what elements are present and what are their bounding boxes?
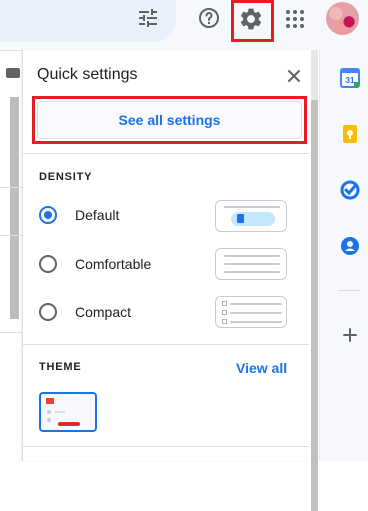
row-divider <box>0 187 22 188</box>
row-divider <box>0 235 22 236</box>
density-compact-label[interactable]: Compact <box>75 304 131 320</box>
apps-icon[interactable] <box>283 7 307 31</box>
density-compact-radio[interactable] <box>39 303 57 321</box>
gmail-logo-icon <box>46 398 54 404</box>
document-icon <box>237 214 244 223</box>
row-divider <box>0 332 22 333</box>
keep-icon[interactable] <box>340 124 360 144</box>
theme-label: THEME <box>39 361 82 373</box>
avatar[interactable] <box>326 2 359 35</box>
top-bar <box>0 0 368 50</box>
section-divider <box>22 344 309 345</box>
help-icon[interactable] <box>197 6 221 30</box>
close-icon[interactable] <box>286 68 302 84</box>
svg-text:31: 31 <box>346 76 355 85</box>
density-comfortable-label[interactable]: Comfortable <box>75 256 151 272</box>
density-default-preview[interactable] <box>215 200 287 232</box>
quick-settings-scrollbar[interactable] <box>311 50 319 511</box>
section-divider <box>22 153 309 154</box>
keyboard-icon[interactable] <box>6 68 20 78</box>
density-default-radio[interactable] <box>39 206 57 224</box>
see-all-settings-button[interactable]: See all settings <box>37 101 302 139</box>
tune-icon[interactable] <box>136 6 160 30</box>
add-icon[interactable] <box>341 326 359 344</box>
quick-settings-title: Quick settings <box>37 66 138 83</box>
rail-divider <box>338 290 360 291</box>
contacts-icon[interactable] <box>340 236 360 256</box>
tasks-icon[interactable] <box>340 180 360 200</box>
section-divider <box>22 446 309 447</box>
density-default-label[interactable]: Default <box>75 207 119 223</box>
density-comfortable-radio[interactable] <box>39 255 57 273</box>
mail-list-edge <box>0 50 22 462</box>
density-compact-preview[interactable] <box>215 296 287 328</box>
density-comfortable-preview[interactable] <box>215 248 287 280</box>
theme-default-preview[interactable] <box>39 392 97 432</box>
calendar-icon[interactable]: 31 <box>340 68 360 88</box>
scrollbar-thumb[interactable] <box>311 100 318 511</box>
mail-list-scrollbar[interactable] <box>10 97 19 319</box>
gear-icon[interactable] <box>238 6 264 32</box>
density-label: DENSITY <box>39 171 93 183</box>
view-all-themes-link[interactable]: View all <box>236 360 287 376</box>
